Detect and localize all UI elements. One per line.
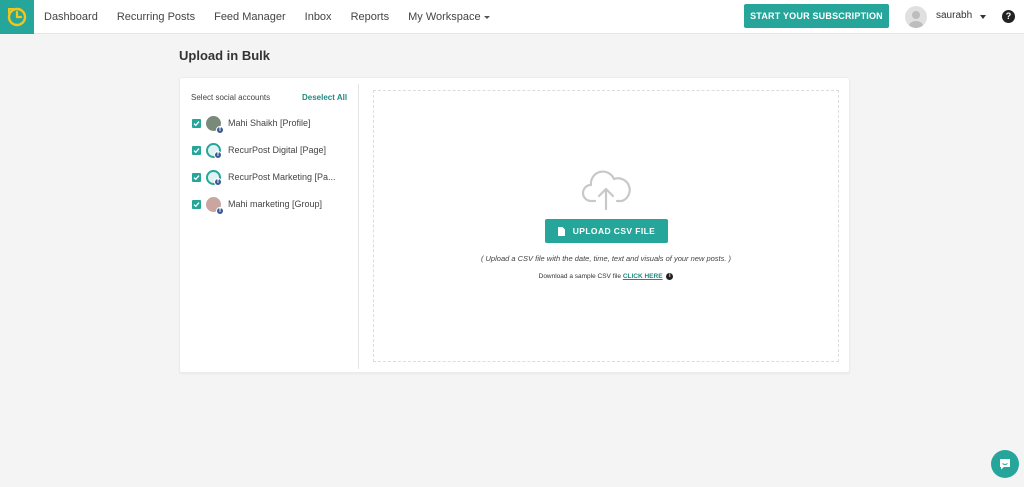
checkbox-checked-icon[interactable]	[192, 199, 201, 209]
facebook-icon: f	[214, 177, 222, 186]
checkbox-checked-icon[interactable]	[192, 118, 201, 128]
account-row[interactable]: f RecurPost Digital [Page]	[192, 142, 327, 159]
upload-csv-label: UPLOAD CSV FILE	[572, 226, 656, 236]
account-row[interactable]: f Mahi Shaikh [Profile]	[192, 115, 311, 134]
cloud-upload-icon	[581, 170, 631, 211]
deselect-all-link[interactable]: Deselect All	[302, 93, 347, 102]
start-subscription-button[interactable]: START YOUR SUBSCRIPTION	[744, 4, 889, 28]
accounts-panel: Select social accounts Deselect All f Ma…	[180, 84, 359, 369]
nav-dashboard[interactable]: Dashboard	[44, 11, 98, 23]
app-logo[interactable]	[0, 0, 34, 34]
sample-text: Download a sample CSV file	[538, 273, 621, 281]
facebook-icon: f	[214, 150, 222, 159]
top-navbar: Dashboard Recurring Posts Feed Manager I…	[0, 0, 1024, 34]
account-avatar: f	[206, 142, 222, 159]
bulk-upload-card: Select social accounts Deselect All f Ma…	[179, 77, 850, 373]
nav-inbox[interactable]: Inbox	[305, 11, 332, 23]
chevron-down-icon	[483, 15, 490, 19]
account-name: Mahi Shaikh [Profile]	[228, 118, 311, 128]
accounts-header: Select social accounts	[191, 93, 271, 102]
facebook-icon: f	[216, 125, 224, 134]
chat-icon	[1000, 459, 1010, 470]
sample-download-line: Download a sample CSV file CLICK HERE i	[374, 273, 838, 280]
nav-reports[interactable]: Reports	[351, 11, 390, 23]
facebook-icon: f	[216, 206, 224, 215]
account-row[interactable]: f RecurPost Marketing [Pa...	[192, 169, 336, 186]
username[interactable]: saurabh	[936, 10, 972, 21]
account-avatar: f	[206, 196, 224, 215]
file-icon	[557, 226, 565, 236]
main-nav: Dashboard Recurring Posts Feed Manager I…	[44, 0, 509, 34]
nav-my-workspace-label: My Workspace	[408, 11, 481, 23]
account-name: RecurPost Digital [Page]	[228, 145, 327, 155]
page-title: Upload in Bulk	[179, 48, 270, 63]
nav-recurring-posts[interactable]: Recurring Posts	[117, 11, 195, 23]
account-avatar: f	[206, 115, 224, 134]
upload-hint: ( Upload a CSV file with the date, time,…	[480, 254, 732, 263]
nav-feed-manager[interactable]: Feed Manager	[214, 11, 286, 23]
account-row[interactable]: f Mahi marketing [Group]	[192, 196, 323, 215]
help-icon[interactable]: ?	[1002, 10, 1015, 23]
clock-logo-icon	[7, 7, 27, 27]
account-name: RecurPost Marketing [Pa...	[228, 172, 336, 182]
info-icon[interactable]: i	[666, 273, 674, 280]
account-name: Mahi marketing [Group]	[228, 199, 323, 209]
user-menu-chevron-down-icon[interactable]	[980, 15, 986, 19]
click-here-link[interactable]: CLICK HERE	[623, 273, 663, 280]
upload-csv-button[interactable]: UPLOAD CSV FILE	[545, 219, 668, 243]
checkbox-checked-icon[interactable]	[192, 145, 201, 155]
account-avatar: f	[206, 169, 222, 186]
user-avatar-icon[interactable]	[905, 6, 927, 28]
nav-my-workspace[interactable]: My Workspace	[408, 11, 490, 23]
csv-dropzone[interactable]: UPLOAD CSV FILE ( Upload a CSV file with…	[373, 90, 839, 362]
chat-widget-button[interactable]	[991, 450, 1019, 478]
checkbox-checked-icon[interactable]	[192, 172, 201, 182]
